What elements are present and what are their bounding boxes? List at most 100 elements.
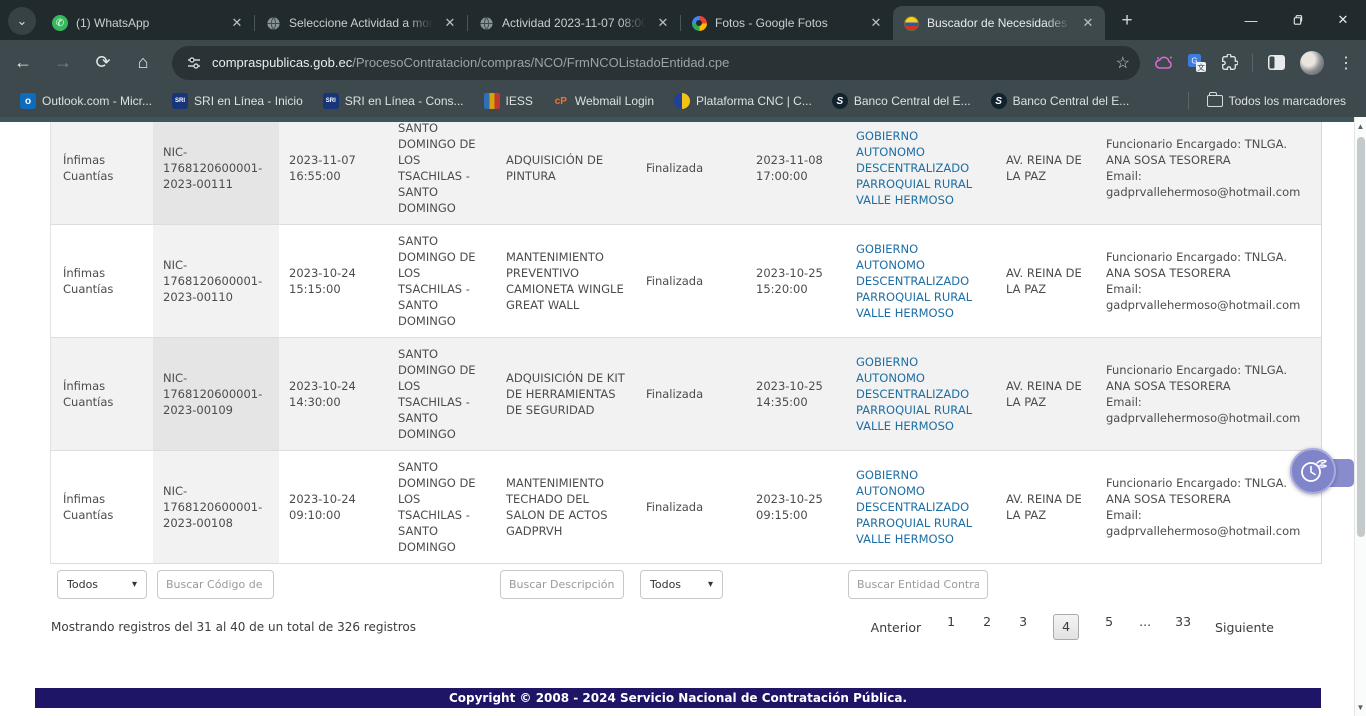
- entity-link[interactable]: GOBIERNO AUTONOMO DESCENTRALIZADO PARROQ…: [856, 128, 986, 208]
- pagination-page[interactable]: 2: [981, 614, 993, 640]
- pagination-page[interactable]: 33: [1175, 614, 1191, 640]
- entity-link[interactable]: GOBIERNO AUTONOMO DESCENTRALIZADO PARROQ…: [856, 354, 986, 434]
- new-tab-button[interactable]: +: [1113, 7, 1141, 35]
- sri-icon: SRI: [323, 93, 339, 109]
- bookmark-label: Plataforma CNC | C...: [696, 94, 812, 108]
- translate-icon[interactable]: G文: [1188, 54, 1206, 72]
- contact-encargado: Funcionario Encargado: TNLGA. ANA SOSA T…: [1106, 136, 1311, 168]
- description-search-input[interactable]: [500, 570, 624, 599]
- cell-fecha-publicacion: 2023-10-24 14:30:00: [279, 338, 388, 450]
- tab-search-button[interactable]: ⌄: [8, 7, 36, 35]
- tab-buscador-necesidades-active[interactable]: Buscador de Necesidades de ✕: [893, 6, 1105, 40]
- scroll-up-arrow-icon[interactable]: ▲: [1355, 119, 1366, 133]
- profile-avatar[interactable]: [1300, 51, 1324, 75]
- quick-timer-button[interactable]: [1290, 448, 1336, 494]
- contact-email: gadprvallehermoso@hotmail.com: [1106, 184, 1311, 200]
- cell-direccion: AV. REINA DE LA PAZ: [996, 117, 1096, 224]
- contact-email: gadprvallehermoso@hotmail.com: [1106, 410, 1311, 426]
- bookmark-iess[interactable]: IESS: [474, 89, 543, 113]
- status-filter-value: Todos: [650, 578, 681, 591]
- vertical-scrollbar[interactable]: ▲ ▼: [1354, 117, 1366, 716]
- svg-text:文: 文: [1197, 61, 1205, 71]
- forward-button[interactable]: →: [46, 46, 80, 80]
- weather-extension-icon[interactable]: [1154, 55, 1174, 71]
- floating-widget: [1288, 448, 1354, 498]
- globe-icon: [265, 15, 281, 31]
- pagination-page[interactable]: 5: [1103, 614, 1115, 640]
- tab-title: Actividad 2023-11-07 08:00:: [502, 16, 646, 30]
- url-text: compraspublicas.gob.ec/ProcesoContrataci…: [212, 55, 1108, 70]
- address-bar[interactable]: compraspublicas.gob.ec/ProcesoContrataci…: [172, 46, 1140, 80]
- table-row[interactable]: Ínfimas Cuantías NIC-1768120600001-2023-…: [51, 338, 1321, 451]
- filters-row: Todos ▾ Todos ▾: [0, 570, 1354, 600]
- tab-whatsapp[interactable]: ✆ (1) WhatsApp ✕: [42, 6, 254, 40]
- site-footer: Copyright © 2008 - 2024 Servicio Naciona…: [35, 688, 1321, 708]
- bookmark-webmail[interactable]: cP Webmail Login: [543, 89, 664, 113]
- close-icon[interactable]: ✕: [867, 14, 885, 32]
- side-panel-icon[interactable]: [1267, 54, 1286, 71]
- cell-estado: Finalizada: [636, 451, 746, 563]
- close-window-button[interactable]: ✕: [1320, 0, 1366, 40]
- browser-menu-icon[interactable]: ⋮: [1338, 53, 1354, 73]
- bookmark-label: IESS: [506, 94, 533, 108]
- table-row[interactable]: Ínfimas Cuantías NIC-1768120600001-2023-…: [51, 225, 1321, 338]
- back-button[interactable]: ←: [6, 46, 40, 80]
- pagination-next[interactable]: Siguiente: [1215, 620, 1274, 635]
- bookmark-plataforma-cnc[interactable]: Plataforma CNC | C...: [664, 89, 822, 113]
- browser-window: ⌄ ✆ (1) WhatsApp ✕ Seleccione Actividad …: [0, 0, 1366, 716]
- scrollbar-thumb[interactable]: [1357, 137, 1365, 537]
- pagination-page[interactable]: ...: [1139, 614, 1151, 640]
- pagination-page[interactable]: 4: [1053, 614, 1079, 640]
- reload-button[interactable]: ⟳: [86, 46, 120, 80]
- bookmark-label: Outlook.com - Micr...: [42, 94, 152, 108]
- tab-actividad[interactable]: Actividad 2023-11-07 08:00: ✕: [468, 6, 680, 40]
- table-row[interactable]: Ínfimas Cuantías NIC-1768120600001-2023-…: [51, 117, 1321, 225]
- code-search-input[interactable]: [157, 570, 274, 599]
- contact-email-label: Email:: [1106, 281, 1311, 297]
- cell-direccion: AV. REINA DE LA PAZ: [996, 338, 1096, 450]
- tab-seleccione-actividad[interactable]: Seleccione Actividad a modi ✕: [255, 6, 467, 40]
- cell-fecha-fin: 2023-10-25 09:15:00: [746, 451, 846, 563]
- scroll-down-arrow-icon[interactable]: ▼: [1355, 700, 1366, 714]
- cell-fecha-publicacion: 2023-11-07 16:55:00: [279, 117, 388, 224]
- entity-link[interactable]: GOBIERNO AUTONOMO DESCENTRALIZADO PARROQ…: [856, 467, 986, 547]
- bookmark-sri-inicio[interactable]: SRI SRI en Línea - Inicio: [162, 89, 313, 113]
- bookmark-star-icon[interactable]: ☆: [1116, 53, 1130, 73]
- pagination-page[interactable]: 3: [1017, 614, 1029, 640]
- iess-icon: [484, 93, 500, 109]
- site-settings-icon[interactable]: [186, 55, 202, 71]
- cell-estado: Finalizada: [636, 338, 746, 450]
- bookmark-sri-consultas[interactable]: SRI SRI en Línea - Cons...: [313, 89, 474, 113]
- ecuador-emblem-icon: [903, 15, 919, 31]
- pagination-prev[interactable]: Anterior: [871, 620, 921, 635]
- all-bookmarks-button[interactable]: Todos los marcadores: [1197, 89, 1356, 113]
- extensions-puzzle-icon[interactable]: [1220, 54, 1238, 72]
- contact-email-label: Email:: [1106, 394, 1311, 410]
- toolbar-extensions: G文 ⋮: [1150, 51, 1366, 75]
- close-icon[interactable]: ✕: [441, 14, 459, 32]
- bookmarks-separator: [1188, 92, 1189, 110]
- maximize-button[interactable]: [1274, 0, 1320, 40]
- pagination-page[interactable]: 1: [945, 614, 957, 640]
- cell-contacto: Funcionario Encargado: TNLGA. ANA SOSA T…: [1096, 338, 1321, 450]
- entity-link[interactable]: GOBIERNO AUTONOMO DESCENTRALIZADO PARROQ…: [856, 241, 986, 321]
- entity-search-input[interactable]: [848, 570, 988, 599]
- necesidades-table: Ínfimas Cuantías NIC-1768120600001-2023-…: [50, 117, 1322, 564]
- tab-title: Fotos - Google Fotos: [715, 16, 859, 30]
- close-icon[interactable]: ✕: [654, 14, 672, 32]
- table-row[interactable]: Ínfimas Cuantías NIC-1768120600001-2023-…: [51, 451, 1321, 564]
- bookmark-outlook[interactable]: o Outlook.com - Micr...: [10, 89, 162, 113]
- status-filter-select[interactable]: Todos ▾: [640, 570, 723, 599]
- minimize-button[interactable]: —: [1228, 0, 1274, 40]
- bookmark-banco-central-2[interactable]: S Banco Central del E...: [981, 89, 1140, 113]
- home-button[interactable]: ⌂: [126, 46, 160, 80]
- close-icon[interactable]: ✕: [228, 14, 246, 32]
- tab-title: Buscador de Necesidades de: [927, 16, 1071, 30]
- close-icon[interactable]: ✕: [1079, 14, 1097, 32]
- cell-tipo: Ínfimas Cuantías: [51, 338, 153, 450]
- type-filter-select[interactable]: Todos ▾: [57, 570, 147, 599]
- tab-google-fotos[interactable]: Fotos - Google Fotos ✕: [681, 6, 893, 40]
- bookmark-banco-central-1[interactable]: S Banco Central del E...: [822, 89, 981, 113]
- contact-email-label: Email:: [1106, 507, 1311, 523]
- contact-encargado: Funcionario Encargado: TNLGA. ANA SOSA T…: [1106, 475, 1311, 507]
